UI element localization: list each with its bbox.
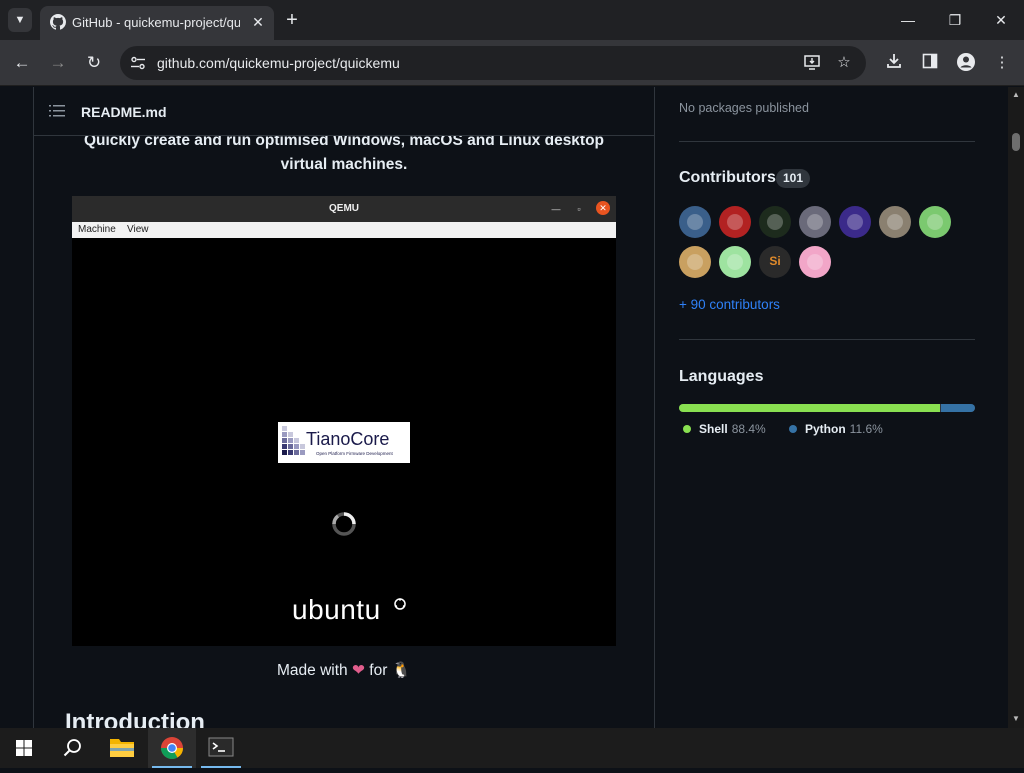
- contributor-avatar[interactable]: [679, 246, 711, 278]
- contributor-avatar[interactable]: [759, 206, 791, 238]
- forward-button[interactable]: →: [46, 51, 70, 75]
- windows-logo-icon: [16, 740, 32, 756]
- qemu-title: QEMU: [329, 203, 359, 214]
- tianocore-logo: TianoCore Open Platform Firmware Develop…: [278, 422, 410, 463]
- readme-file-name[interactable]: README.md: [81, 104, 167, 120]
- qemu-minimize-icon: —: [551, 204, 561, 214]
- qemu-menubar: Machine View: [72, 222, 616, 238]
- qemu-menu-view: View: [127, 224, 149, 235]
- readme-header: README.md: [34, 87, 654, 136]
- chrome-icon: [161, 737, 183, 759]
- language-percent: 11.6%: [849, 422, 883, 436]
- browser-toolbar: ← → ↻ github.com/quickemu-project/quicke…: [0, 40, 1024, 86]
- contributors-count-badge: 101: [776, 169, 811, 188]
- packages-status: No packages published: [679, 101, 809, 115]
- browser-tab[interactable]: GitHub - quickemu-project/quickemu ✕: [40, 6, 274, 40]
- scroll-down-arrow-icon[interactable]: ▼: [1012, 715, 1020, 723]
- install-app-icon[interactable]: [802, 53, 822, 73]
- tab-title: GitHub - quickemu-project/quickemu: [72, 15, 240, 30]
- for-text: for: [369, 662, 388, 679]
- side-panel-icon[interactable]: [919, 52, 941, 74]
- menu-kebab-icon[interactable]: ⋮: [991, 52, 1013, 74]
- downloads-icon[interactable]: [883, 52, 905, 74]
- qemu-maximize-icon: ▫: [577, 204, 581, 214]
- heart-icon: ❤: [351, 662, 365, 679]
- contributor-avatar[interactable]: [719, 246, 751, 278]
- github-icon: [50, 14, 66, 30]
- tianocore-subtitle: Open Platform Firmware Development: [316, 451, 393, 456]
- made-with-text: Made with: [277, 662, 348, 679]
- site-info-icon[interactable]: [130, 55, 146, 71]
- search-icon: [63, 739, 81, 757]
- windows-taskbar: [0, 728, 1024, 768]
- reload-button[interactable]: ↻: [82, 51, 106, 75]
- address-bar[interactable]: github.com/quickemu-project/quickemu ☆: [120, 46, 866, 80]
- contributors-title[interactable]: Contributors: [679, 169, 776, 187]
- language-name: Python: [805, 422, 846, 436]
- scroll-up-arrow-icon[interactable]: ▲: [1012, 91, 1020, 99]
- language-item-shell[interactable]: Shell 88.4%: [683, 422, 766, 436]
- taskbar-file-explorer[interactable]: [98, 728, 146, 768]
- minimize-button[interactable]: —: [885, 6, 931, 34]
- qemu-screenshot: QEMU — ▫ ✕ Machine View TianoCore Open P…: [72, 196, 616, 646]
- language-bar-segment: [679, 404, 940, 412]
- ubuntu-logo-icon: [394, 598, 406, 610]
- more-contributors-link[interactable]: + 90 contributors: [679, 297, 780, 312]
- project-tagline: Quickly create and run optimised Windows…: [83, 132, 605, 173]
- contributor-avatar[interactable]: Si: [759, 246, 791, 278]
- qemu-screen: TianoCore Open Platform Firmware Develop…: [72, 238, 616, 646]
- tianocore-title: TianoCore: [306, 429, 390, 449]
- terminal-icon: [208, 737, 234, 757]
- contributor-avatar[interactable]: [679, 206, 711, 238]
- language-percent: 88.4%: [731, 422, 766, 436]
- bookmark-star-icon[interactable]: ☆: [834, 53, 854, 73]
- scrollbar-thumb[interactable]: [1012, 133, 1020, 151]
- tab-close-icon[interactable]: ✕: [248, 12, 268, 32]
- maximize-button[interactable]: ❐: [932, 6, 978, 34]
- start-button[interactable]: [0, 728, 48, 768]
- made-with-line: Made with ❤ for 🐧: [34, 661, 654, 680]
- folder-icon: [110, 739, 134, 757]
- qemu-titlebar: QEMU — ▫ ✕: [72, 196, 616, 222]
- taskbar-search-button[interactable]: [48, 728, 96, 768]
- github-page: README.md Quickly create and run optimis…: [0, 87, 1008, 728]
- contributor-avatar[interactable]: [719, 206, 751, 238]
- languages-title: Languages: [679, 368, 764, 385]
- repo-sidebar: No packages published Contributors 101 S…: [679, 87, 975, 728]
- contributor-avatar[interactable]: [919, 206, 951, 238]
- language-name: Shell: [699, 422, 728, 436]
- language-bar-segment: [940, 404, 975, 412]
- outline-list-icon[interactable]: [49, 103, 65, 119]
- python-dot-icon: [789, 425, 797, 433]
- close-window-button[interactable]: ✕: [978, 6, 1024, 34]
- loading-spinner-icon: [332, 512, 356, 536]
- contributor-avatar[interactable]: [839, 206, 871, 238]
- tab-strip: ▼ GitHub - quickemu-project/quickemu ✕ +…: [0, 0, 1024, 40]
- introduction-heading: Introduction: [65, 709, 205, 728]
- new-tab-button[interactable]: +: [281, 9, 303, 31]
- language-item-python[interactable]: Python 11.6%: [789, 422, 883, 436]
- readme-panel: README.md Quickly create and run optimis…: [33, 87, 655, 728]
- tab-search-button[interactable]: ▼: [8, 8, 32, 32]
- taskbar-terminal[interactable]: [197, 728, 245, 768]
- qemu-menu-machine: Machine: [78, 224, 116, 235]
- ubuntu-brand: ubuntu: [292, 594, 381, 625]
- shell-dot-icon: [683, 425, 691, 433]
- qemu-close-icon: ✕: [596, 201, 610, 215]
- contributor-avatar[interactable]: [879, 206, 911, 238]
- url-text: github.com/quickemu-project/quickemu: [157, 55, 400, 71]
- contributor-avatar[interactable]: [799, 246, 831, 278]
- sidebar-divider: [679, 141, 975, 142]
- avatar-initials: Si: [769, 254, 781, 268]
- taskbar-chrome[interactable]: [148, 728, 196, 768]
- languages-bar: [679, 404, 975, 412]
- sidebar-divider: [679, 339, 975, 340]
- contributor-avatar[interactable]: [799, 206, 831, 238]
- back-button[interactable]: ←: [10, 51, 34, 75]
- penguin-icon: 🐧: [391, 662, 411, 679]
- page-scrollbar[interactable]: ▲ ▼: [1008, 87, 1024, 728]
- profile-icon[interactable]: [955, 52, 977, 74]
